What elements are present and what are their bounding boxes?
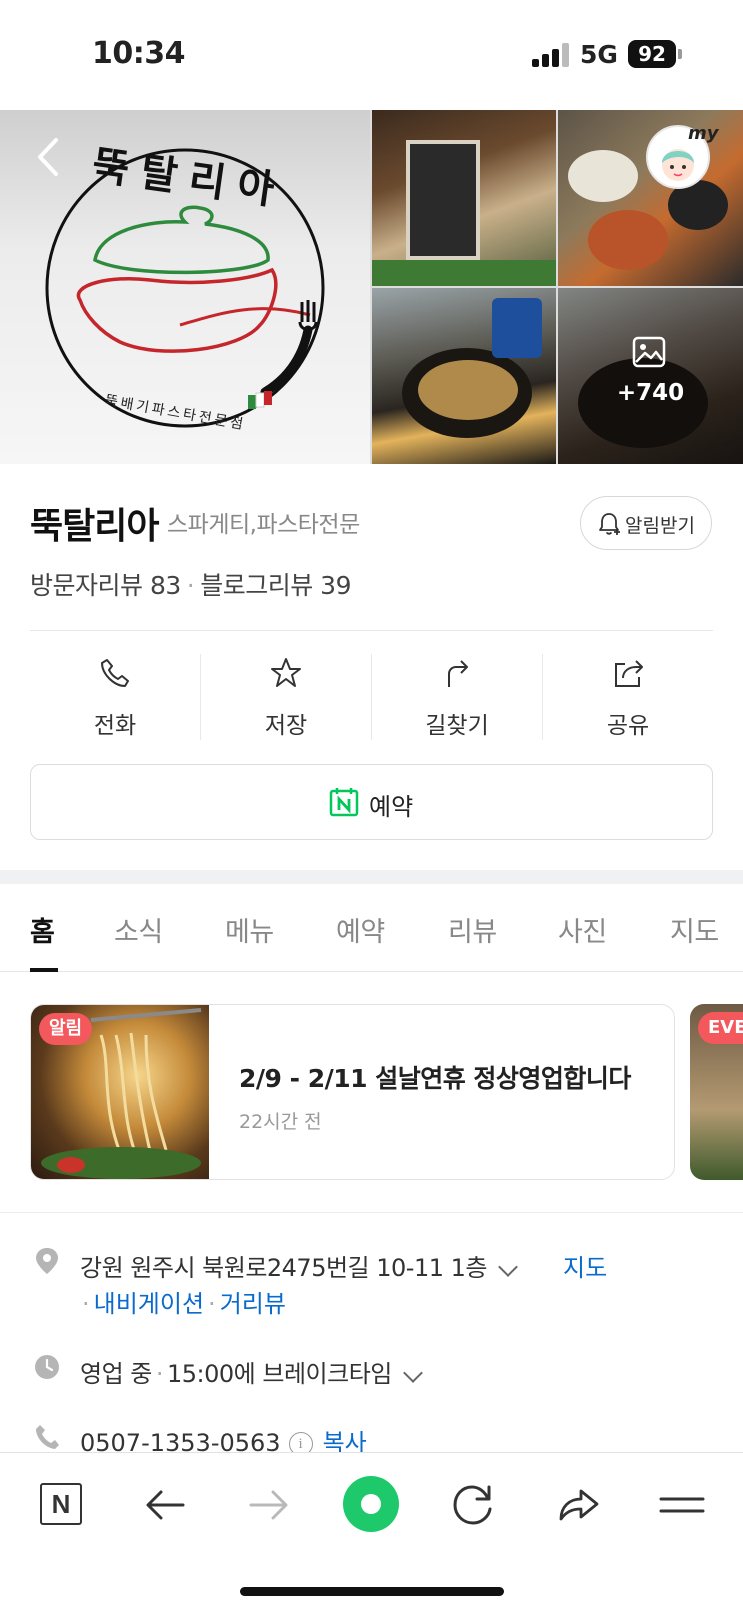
tab-home[interactable]: 홈	[30, 910, 55, 949]
naver-calendar-icon	[329, 788, 359, 817]
chevron-down-icon[interactable]	[498, 1257, 518, 1277]
directions-icon	[448, 660, 468, 687]
dot-separator: ·	[155, 1360, 164, 1388]
battery-tip	[678, 49, 682, 59]
share-arrow-icon[interactable]	[553, 1479, 605, 1531]
more-photos-count: +740	[616, 380, 685, 406]
review-counts: 방문자리뷰 83 · 블로그리뷰 39	[30, 566, 351, 602]
star-icon	[271, 658, 301, 687]
notice-time: 22시간 전	[239, 1111, 322, 1133]
tab-photos[interactable]: 사진	[558, 910, 607, 949]
map-link[interactable]: 지도	[563, 1248, 607, 1283]
tab-menu[interactable]: 메뉴	[225, 910, 274, 949]
visitor-reviews-link[interactable]: 방문자리뷰 83	[30, 571, 181, 600]
naver-home-button[interactable]: N	[40, 1483, 82, 1525]
signal-icon	[532, 43, 572, 67]
logo-image[interactable]: 뚝탈리아 뚝배기파스타전문점	[0, 110, 370, 464]
dot-separator: ·	[186, 571, 195, 600]
tab-reviews[interactable]: 리뷰	[448, 910, 497, 949]
address-links: · 내비게이션 · 거리뷰	[78, 1284, 286, 1319]
address-text[interactable]: 강원 원주시 북원로2475번길 10-11 1층	[80, 1248, 525, 1283]
tab-news[interactable]: 소식	[114, 910, 163, 949]
share-label: 공유	[606, 713, 650, 739]
divider	[30, 630, 713, 631]
network-label: 5G	[580, 40, 618, 69]
hours-note: 15:00에 브레이크타임	[167, 1360, 392, 1388]
divider	[0, 1212, 743, 1213]
tab-map[interactable]: 지도	[670, 910, 719, 949]
refresh-icon[interactable]	[448, 1479, 500, 1531]
dot-separator: ·	[82, 1290, 90, 1318]
reserve-label: 예약	[369, 793, 414, 821]
bell-plus-icon	[599, 513, 620, 535]
photo-gallery[interactable]: 뚝탈리아 뚝배기파스타전문점 +740 my	[0, 110, 743, 464]
phone-small-icon	[36, 1425, 59, 1449]
share-button[interactable]: 공유	[543, 652, 713, 742]
alarm-label: 알림받기	[625, 515, 695, 537]
phone-icon	[101, 659, 129, 687]
address-value: 강원 원주시 북원로2475번길 10-11 1층	[80, 1254, 487, 1282]
event-card[interactable]: EVENT	[690, 1004, 743, 1180]
my-avatar-badge[interactable]: my	[646, 123, 719, 189]
arrow-left-icon[interactable]	[139, 1479, 191, 1531]
active-tab-indicator	[30, 968, 58, 972]
naver-green-dot-button[interactable]	[343, 1476, 399, 1532]
dot-separator: ·	[208, 1290, 216, 1318]
alarm-subscribe-button[interactable]: 알림받기	[580, 496, 712, 550]
call-button[interactable]: 전화	[30, 652, 200, 742]
browser-toolbar: N	[0, 1452, 743, 1611]
home-indicator	[240, 1587, 504, 1596]
save-button[interactable]: 저장	[201, 652, 371, 742]
notice-image: 알림	[31, 1005, 209, 1179]
notice-card[interactable]: 알림 2/9 - 2/11 설날연휴 정상영업합니다 22시간 전	[30, 1004, 675, 1180]
event-badge: EVENT	[698, 1012, 743, 1044]
more-photos-overlay[interactable]: +740	[558, 288, 743, 464]
navigation-link[interactable]: 내비게이션	[94, 1290, 204, 1318]
reserve-button[interactable]: 예약	[30, 764, 713, 840]
menu-icon[interactable]	[657, 1479, 709, 1531]
call-label: 전화	[93, 713, 137, 739]
photo-interior[interactable]	[372, 110, 556, 286]
status-time: 10:34	[92, 36, 186, 71]
photo-ttukbaegi[interactable]	[372, 288, 556, 464]
back-icon[interactable]	[30, 134, 64, 180]
chevron-down-icon[interactable]	[402, 1363, 423, 1383]
directions-label: 길찾기	[425, 713, 489, 739]
notice-title: 2/9 - 2/11 설날연휴 정상영업합니다	[239, 1064, 631, 1093]
battery-icon: 92	[628, 40, 676, 68]
action-row: 전화 저장 길찾기 공유	[30, 652, 713, 742]
location-pin-icon	[36, 1248, 58, 1274]
clock-icon	[35, 1355, 59, 1379]
tab-reservation[interactable]: 예약	[336, 910, 385, 949]
place-name: 뚝탈리아	[30, 506, 159, 547]
business-status: 영업 중	[80, 1360, 152, 1388]
notice-badge: 알림	[39, 1013, 93, 1045]
business-hours[interactable]: 영업 중 · 15:00에 브레이크타임	[80, 1354, 430, 1389]
image-icon	[632, 336, 666, 368]
save-label: 저장	[264, 713, 308, 739]
status-bar: 10:34 5G 92	[0, 0, 743, 110]
tab-bar: 홈 소식 메뉴 예약 리뷰 사진 지도	[0, 884, 743, 972]
arrow-right-icon[interactable]	[243, 1479, 295, 1531]
share-icon	[615, 660, 643, 687]
place-category: 스파게티,파스타전문	[167, 512, 360, 538]
street-view-link[interactable]: 거리뷰	[220, 1290, 286, 1318]
section-gap	[0, 870, 743, 884]
directions-button[interactable]: 길찾기	[372, 652, 542, 742]
my-badge-label: my	[688, 123, 719, 144]
blog-reviews-link[interactable]: 블로그리뷰 39	[200, 571, 351, 600]
